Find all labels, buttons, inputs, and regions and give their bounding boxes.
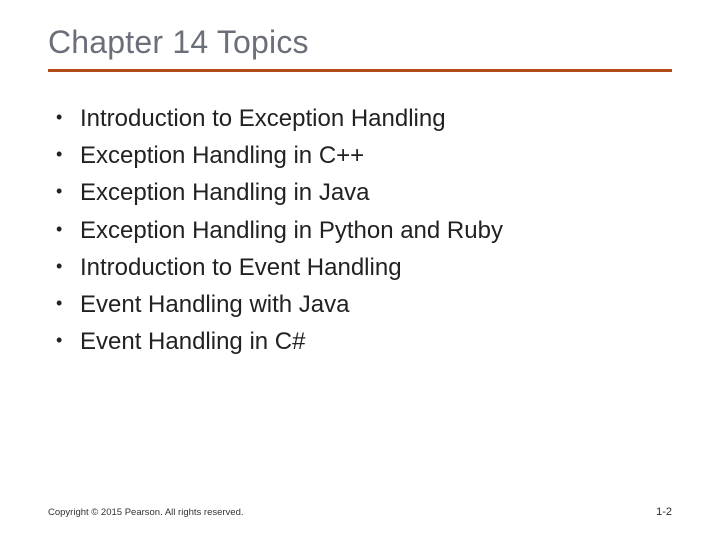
list-item: Event Handling with Java [56,286,672,323]
slide: Chapter 14 Topics Introduction to Except… [0,0,720,540]
copyright-text: Copyright © 2015 Pearson. All rights res… [48,507,244,518]
list-item: Exception Handling in Python and Ruby [56,212,672,249]
slide-title: Chapter 14 Topics [48,24,672,61]
page-number: 1-2 [656,506,672,518]
list-item: Event Handling in C# [56,323,672,360]
slide-footer: Copyright © 2015 Pearson. All rights res… [48,506,672,518]
list-item: Introduction to Exception Handling [56,100,672,137]
list-item: Exception Handling in Java [56,174,672,211]
title-underline [48,69,672,72]
list-item: Introduction to Event Handling [56,249,672,286]
topic-list: Introduction to Exception Handling Excep… [48,100,672,360]
list-item: Exception Handling in C++ [56,137,672,174]
